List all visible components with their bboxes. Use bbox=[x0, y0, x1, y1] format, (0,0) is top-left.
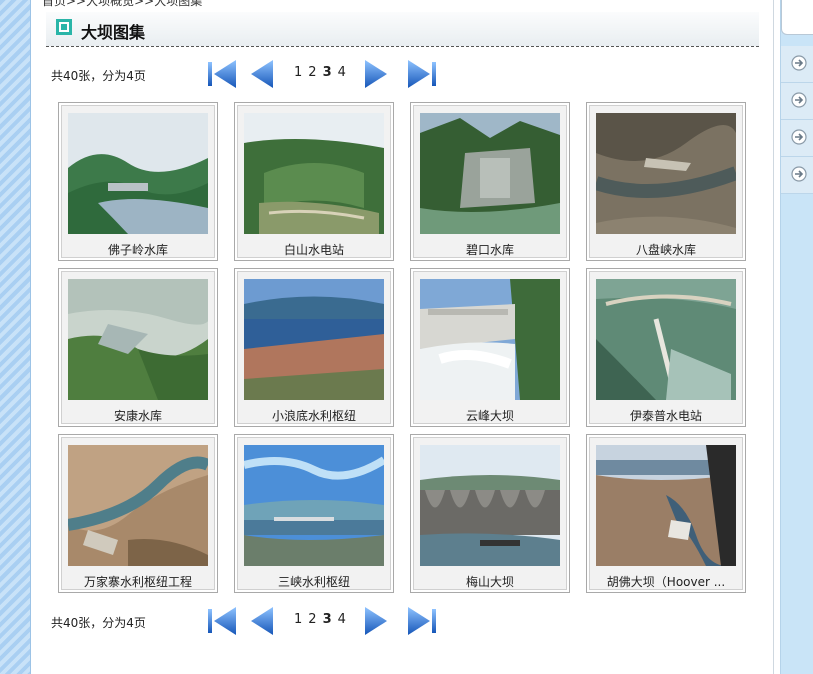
gallery-thumbnail[interactable] bbox=[420, 445, 560, 566]
page-link-1[interactable]: 1 bbox=[294, 612, 302, 627]
gallery-caption[interactable]: 万家寨水利枢纽工程 bbox=[63, 573, 213, 590]
left-decor-strip bbox=[0, 0, 31, 674]
gallery-thumbnail[interactable] bbox=[596, 113, 736, 234]
gallery-caption[interactable]: 安康水库 bbox=[63, 407, 213, 424]
pager-bottom: 共40张，分为4页 1 2 3 4 bbox=[51, 604, 471, 640]
gallery-item[interactable]: 三峡水利枢纽 bbox=[234, 434, 394, 593]
right-sidebar-list bbox=[781, 46, 813, 194]
gallery-thumbnail[interactable] bbox=[68, 113, 208, 234]
gallery-item[interactable]: 胡佛大坝（Hoover ... bbox=[586, 434, 746, 593]
first-page-icon[interactable] bbox=[205, 57, 239, 91]
gallery-item[interactable]: 八盘峡水库 bbox=[586, 102, 746, 261]
page-number-list: 1234 bbox=[294, 612, 352, 627]
arrow-right-circle-icon bbox=[791, 166, 807, 182]
right-sidebar-link[interactable] bbox=[781, 120, 813, 157]
pager-summary: 共40张，分为4页 bbox=[51, 616, 146, 630]
gallery-item[interactable]: 云峰大坝 bbox=[410, 268, 570, 427]
gallery-thumbnail[interactable] bbox=[244, 279, 384, 400]
gallery-caption[interactable]: 小浪底水利枢纽 bbox=[239, 407, 389, 424]
page-link-4[interactable]: 4 bbox=[338, 612, 346, 627]
arrow-right-circle-icon bbox=[791, 129, 807, 145]
page-link-4[interactable]: 4 bbox=[338, 65, 346, 80]
gallery-thumbnail[interactable] bbox=[420, 279, 560, 400]
breadcrumb: 首页>>大坝概览>>大坝图集 bbox=[42, 0, 203, 8]
arrow-right-circle-icon bbox=[791, 55, 807, 71]
gallery-caption[interactable]: 云峰大坝 bbox=[415, 407, 565, 424]
page-link-2[interactable]: 2 bbox=[308, 612, 316, 627]
gallery-item[interactable]: 梅山大坝 bbox=[410, 434, 570, 593]
gallery-item[interactable]: 白山水电站 bbox=[234, 102, 394, 261]
gallery-item[interactable]: 小浪底水利枢纽 bbox=[234, 268, 394, 427]
prev-page-icon[interactable] bbox=[245, 604, 279, 638]
prev-page-icon[interactable] bbox=[245, 57, 279, 91]
gallery-caption[interactable]: 八盘峡水库 bbox=[591, 241, 741, 258]
gallery-item[interactable]: 万家寨水利枢纽工程 bbox=[58, 434, 218, 593]
gallery-caption[interactable]: 胡佛大坝（Hoover ... bbox=[591, 573, 741, 590]
page-link-3[interactable]: 3 bbox=[323, 65, 332, 80]
right-sidebar-top-box bbox=[781, 0, 813, 35]
section-header: 大坝图集 bbox=[46, 12, 759, 47]
gallery-thumbnail[interactable] bbox=[596, 445, 736, 566]
gallery-item[interactable]: 佛子岭水库 bbox=[58, 102, 218, 261]
first-page-icon[interactable] bbox=[205, 604, 239, 638]
page-link-3[interactable]: 3 bbox=[323, 612, 332, 627]
gallery-item[interactable]: 伊泰普水电站 bbox=[586, 268, 746, 427]
page-number-list: 1234 bbox=[294, 65, 352, 80]
gallery-thumbnail[interactable] bbox=[68, 279, 208, 400]
arrow-right-circle-icon bbox=[791, 92, 807, 108]
right-sidebar-link[interactable] bbox=[781, 157, 813, 194]
gallery-thumbnail[interactable] bbox=[244, 113, 384, 234]
next-page-icon[interactable] bbox=[359, 604, 393, 638]
gallery-caption[interactable]: 伊泰普水电站 bbox=[591, 407, 741, 424]
gallery-item[interactable]: 安康水库 bbox=[58, 268, 218, 427]
gallery-caption[interactable]: 三峡水利枢纽 bbox=[239, 573, 389, 590]
right-sidebar-link[interactable] bbox=[781, 83, 813, 120]
last-page-icon[interactable] bbox=[405, 604, 439, 638]
page-link-1[interactable]: 1 bbox=[294, 65, 302, 80]
pager-top: 共40张，分为4页 1 2 3 4 bbox=[51, 57, 471, 93]
section-bullet-icon bbox=[56, 19, 72, 35]
page-link-2[interactable]: 2 bbox=[308, 65, 316, 80]
gallery-thumbnail[interactable] bbox=[68, 445, 208, 566]
gallery-caption[interactable]: 佛子岭水库 bbox=[63, 241, 213, 258]
gallery-item[interactable]: 碧口水库 bbox=[410, 102, 570, 261]
last-page-icon[interactable] bbox=[405, 57, 439, 91]
gallery-caption[interactable]: 梅山大坝 bbox=[415, 573, 565, 590]
gallery-caption[interactable]: 白山水电站 bbox=[239, 241, 389, 258]
next-page-icon[interactable] bbox=[359, 57, 393, 91]
right-sidebar bbox=[780, 0, 813, 674]
gallery-caption[interactable]: 碧口水库 bbox=[415, 241, 565, 258]
gallery-thumbnail[interactable] bbox=[420, 113, 560, 234]
pager-summary: 共40张，分为4页 bbox=[51, 69, 146, 83]
page-title: 大坝图集 bbox=[81, 23, 146, 42]
gallery-thumbnail[interactable] bbox=[596, 279, 736, 400]
right-sidebar-link[interactable] bbox=[781, 46, 813, 83]
gallery-thumbnail[interactable] bbox=[244, 445, 384, 566]
